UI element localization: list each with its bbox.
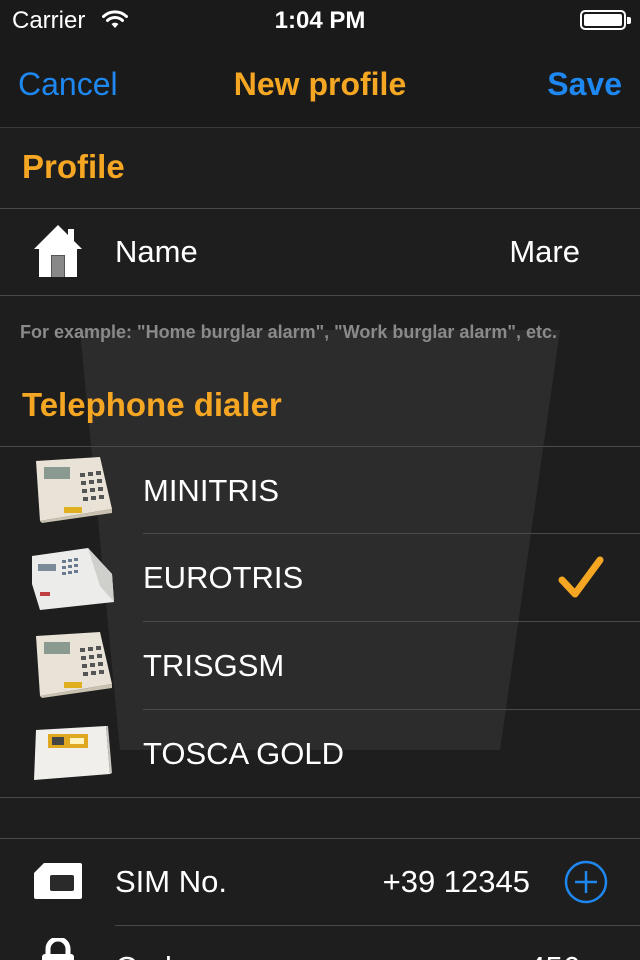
divider — [0, 797, 640, 798]
sim-card-icon — [34, 863, 82, 899]
name-hint: For example: "Home burglar alarm", "Work… — [20, 322, 557, 342]
eurotris-device-icon — [32, 548, 114, 610]
home-icon — [34, 225, 82, 277]
dialer-option-label: TRISGSM — [143, 648, 285, 683]
dialer-option-label: TOSCA GOLD — [143, 736, 344, 771]
save-button[interactable]: Save — [547, 66, 622, 103]
name-label: Name — [115, 234, 198, 269]
selected-checkmark-icon — [558, 556, 604, 598]
dialer-option-label: MINITRIS — [143, 473, 280, 508]
dialer-option-eurotris[interactable]: EUROTRIS — [0, 534, 640, 621]
navigation-bar: Cancel New profile Save — [0, 40, 640, 128]
cancel-button[interactable]: Cancel — [18, 66, 118, 103]
minitris-device-icon — [36, 457, 112, 523]
dialer-option-tosca-gold[interactable]: TOSCA GOLD — [0, 710, 640, 797]
status-bar: Carrier 1:04 PM — [0, 0, 640, 40]
divider — [0, 295, 640, 296]
lock-icon — [42, 938, 74, 960]
name-value[interactable]: Mare — [509, 234, 580, 270]
battery-icon — [580, 10, 631, 30]
code-value[interactable]: 456 — [528, 950, 580, 960]
code-row[interactable]: Code 456 — [0, 926, 640, 960]
section-header-profile: Profile — [22, 148, 125, 185]
sim-number-value[interactable]: +39 12345 — [383, 864, 530, 900]
clock: 1:04 PM — [274, 7, 366, 34]
dialer-option-label: EUROTRIS — [143, 560, 304, 595]
sim-number-row[interactable]: SIM No. +39 12345 — [0, 839, 640, 925]
tosca-gold-device-icon — [34, 726, 112, 780]
name-row[interactable]: Name Mare — [0, 209, 640, 295]
dialer-option-minitris[interactable]: MINITRIS — [0, 447, 640, 533]
dialer-option-trisgsm[interactable]: TRISGSM — [0, 622, 640, 709]
section-header-dialer: Telephone dialer — [22, 386, 282, 423]
page-title: New profile — [233, 66, 407, 102]
sim-number-label: SIM No. — [115, 864, 227, 899]
add-contact-icon[interactable] — [564, 860, 608, 904]
trisgsm-device-icon — [36, 632, 112, 698]
code-label: Code — [115, 950, 189, 960]
